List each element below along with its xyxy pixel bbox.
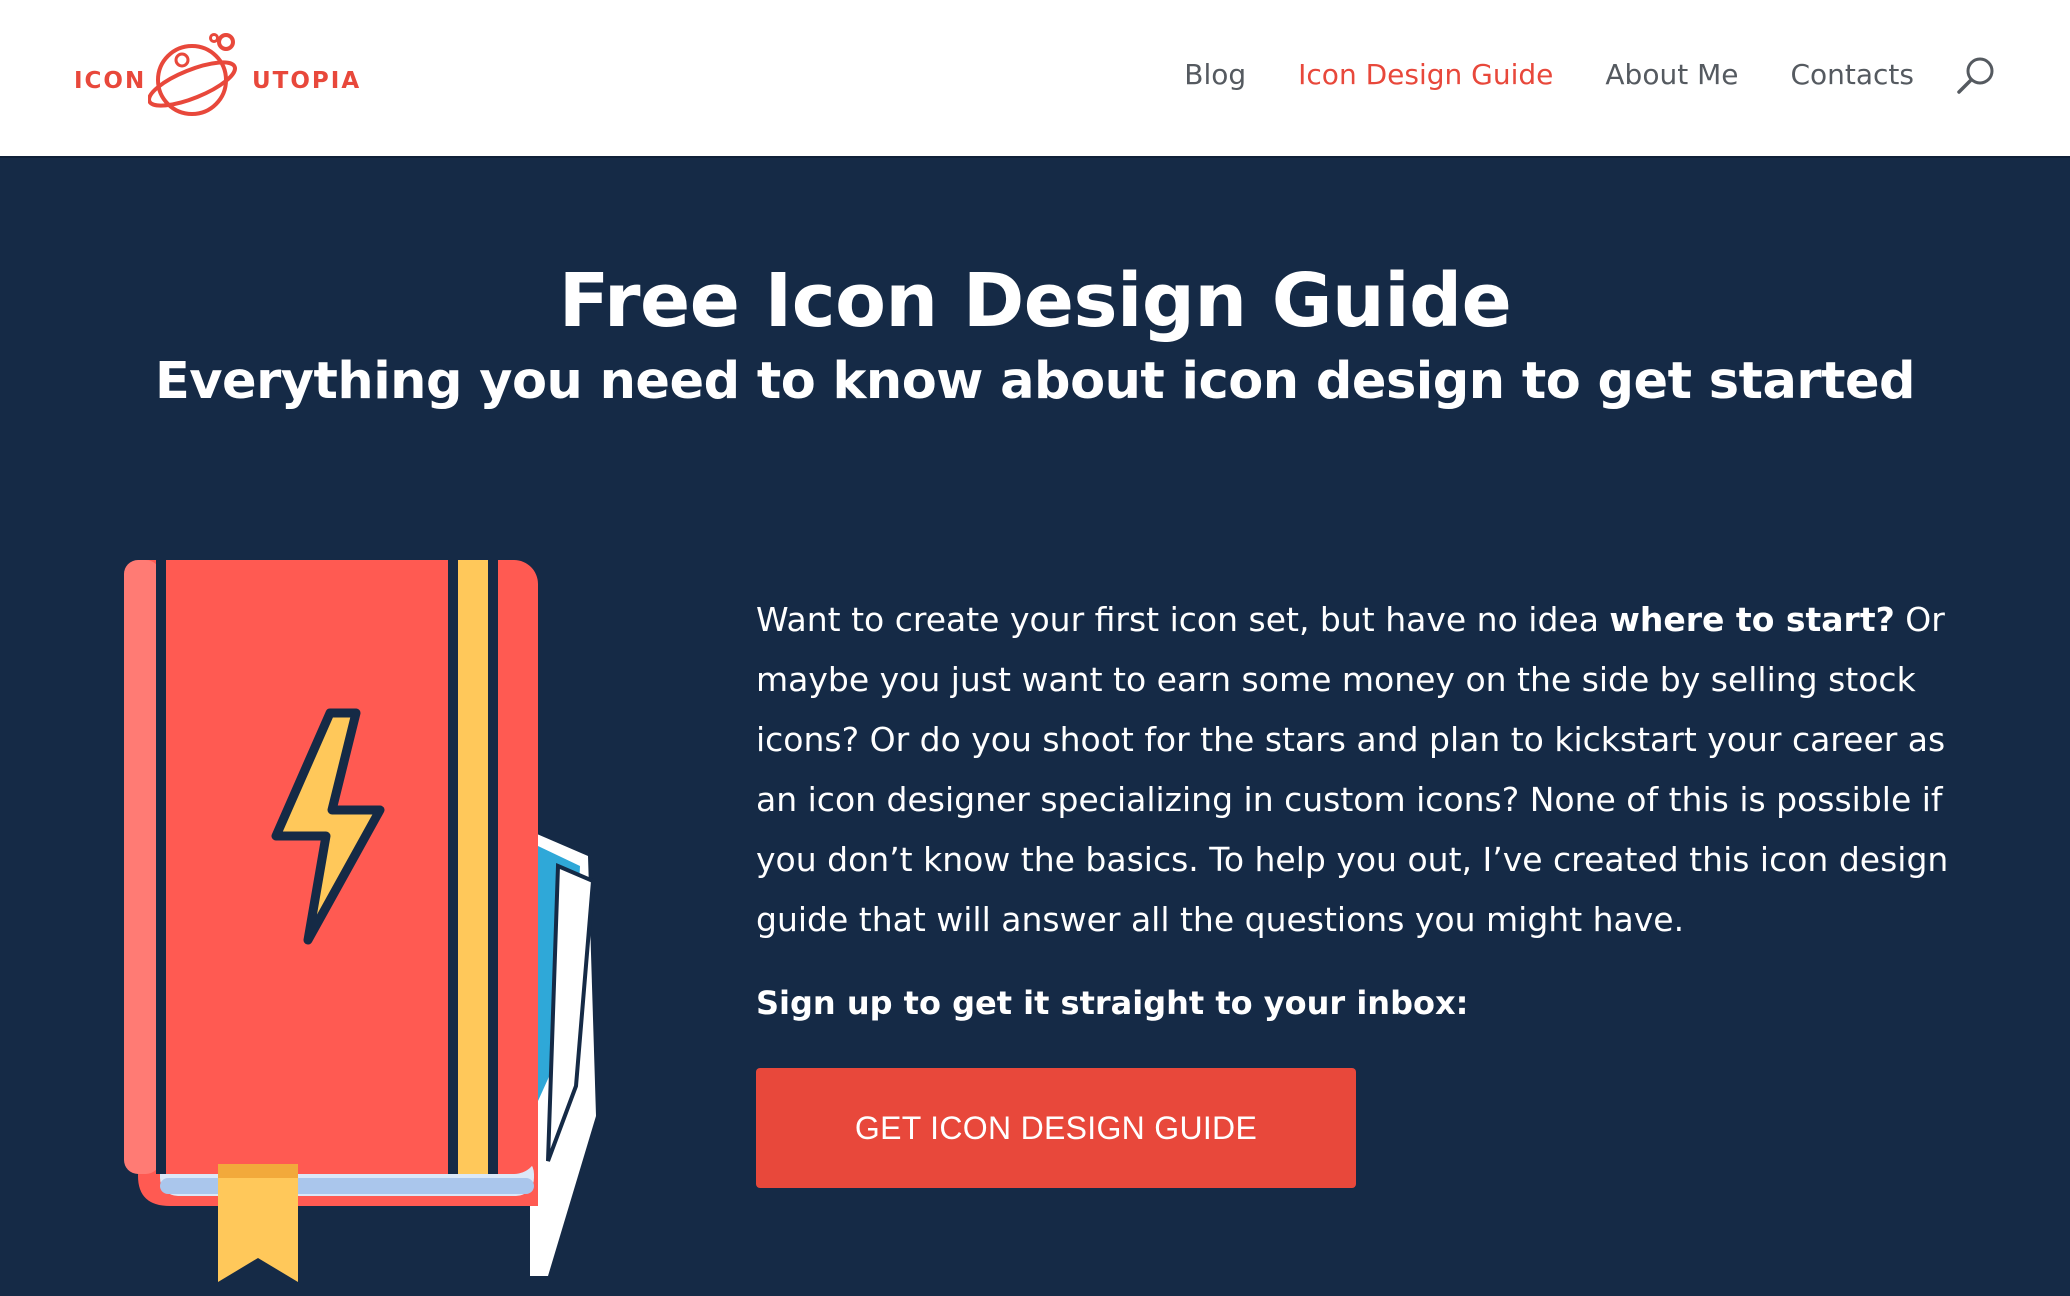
search-icon bbox=[1957, 57, 1994, 94]
main-nav: Blog Icon Design Guide About Me Contacts bbox=[1184, 58, 1914, 91]
nav-item-icon-design-guide[interactable]: Icon Design Guide bbox=[1298, 58, 1553, 91]
nav-item-contacts[interactable]: Contacts bbox=[1790, 58, 1914, 91]
logo-text-icon: ICON bbox=[74, 68, 147, 94]
nav-item-blog[interactable]: Blog bbox=[1184, 58, 1246, 91]
nav-item-about-me[interactable]: About Me bbox=[1605, 58, 1738, 91]
guide-description: Want to create your first icon set, but … bbox=[756, 600, 1949, 939]
planet-logo-icon bbox=[148, 33, 237, 116]
site-header: ICON UTOPIA Blog Icon Design Guide About… bbox=[0, 0, 2070, 158]
description-emphasis: where to start? bbox=[1609, 600, 1895, 639]
get-guide-button[interactable]: GET ICON DESIGN GUIDE bbox=[756, 1068, 1356, 1188]
site-logo[interactable]: ICON UTOPIA bbox=[70, 28, 370, 128]
signup-prompt: Sign up to get it straight to your inbox… bbox=[756, 984, 1469, 1022]
hero-section: Free Icon Design Guide Everything you ne… bbox=[0, 160, 2070, 1282]
book-with-lightning-icon bbox=[124, 560, 596, 1282]
search-button[interactable] bbox=[1954, 54, 1998, 98]
logo-text-utopia: UTOPIA bbox=[252, 68, 362, 94]
page-subtitle: Everything you need to know about icon d… bbox=[154, 352, 1916, 411]
page-title: Free Icon Design Guide bbox=[558, 258, 1512, 344]
